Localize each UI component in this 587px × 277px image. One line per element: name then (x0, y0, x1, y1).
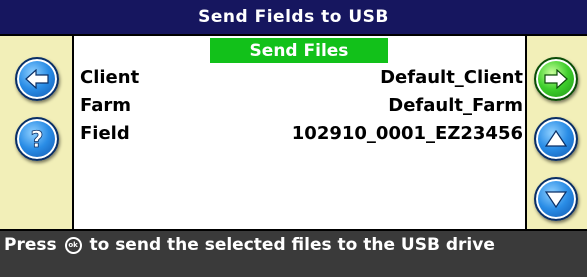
arrow-down-icon (544, 191, 568, 209)
help-button[interactable]: ? (15, 117, 59, 161)
status-text-after: to send the selected files to the USB dr… (89, 235, 495, 255)
tab-send-files[interactable]: Send Files (210, 38, 388, 63)
right-button-panel (525, 36, 587, 229)
svg-text:?: ? (31, 128, 44, 151)
farm-label: Farm (80, 94, 132, 116)
question-mark-icon: ? (30, 128, 44, 151)
field-label: Field (80, 122, 130, 144)
left-button-panel: ? (0, 36, 74, 229)
back-button[interactable] (15, 57, 59, 101)
client-value: Default_Client (380, 66, 523, 88)
scroll-down-button[interactable] (534, 177, 578, 221)
farm-value: Default_Farm (388, 94, 523, 116)
confirm-button[interactable] (534, 57, 578, 101)
list-item-client[interactable]: Client Default_Client (80, 65, 523, 89)
ok-button-icon: ok (64, 236, 82, 254)
status-bar: Press ok to send the selected files to t… (0, 229, 587, 277)
arrow-right-icon (544, 69, 568, 89)
arrow-up-icon (544, 129, 568, 147)
scroll-up-button[interactable] (534, 117, 578, 161)
arrow-left-icon (25, 69, 49, 89)
field-value: 102910_0001_EZ23456 (291, 122, 523, 144)
status-text-before: Press (4, 235, 57, 255)
list-item-farm[interactable]: Farm Default_Farm (80, 93, 523, 117)
list-item-field[interactable]: Field 102910_0001_EZ23456 (80, 121, 523, 145)
window-title: Send Fields to USB (0, 0, 587, 36)
client-label: Client (80, 66, 140, 88)
send-fields-screen: Send Fields to USB ? Send Files Client D… (0, 0, 587, 277)
